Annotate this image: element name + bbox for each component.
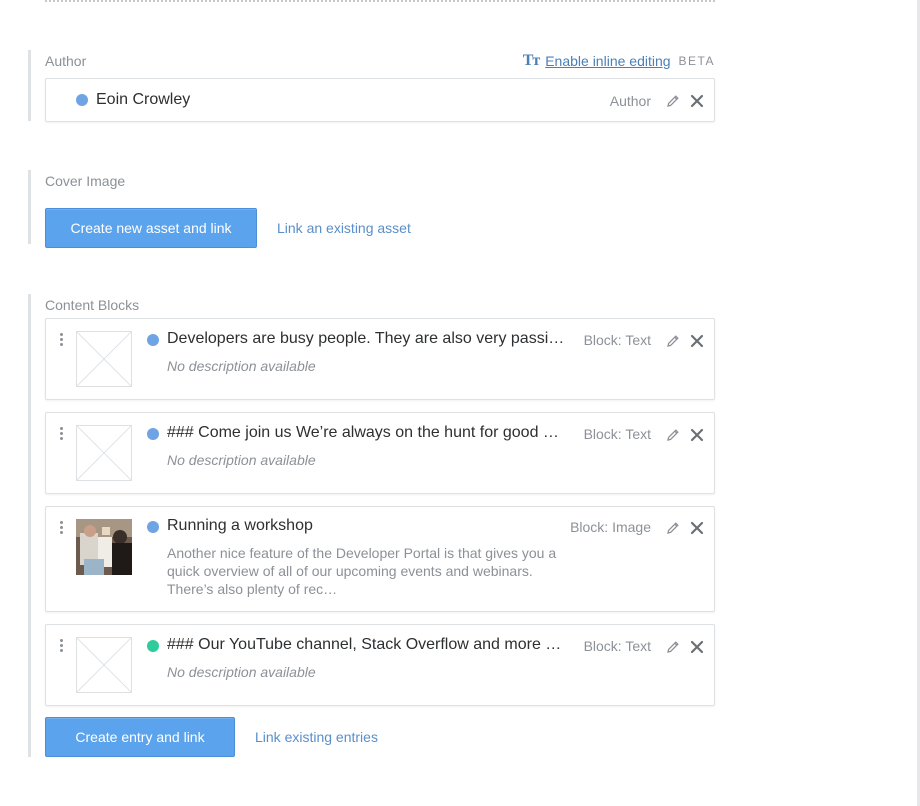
block-entry-type: Block: Text: [583, 332, 651, 348]
close-icon[interactable]: [690, 428, 704, 442]
block-entry-description: No description available: [167, 452, 316, 468]
enable-inline-editing[interactable]: Tт Enable inline editing BETA: [523, 52, 715, 70]
content-block-entry[interactable]: ### Come join us We’re always on the hun…: [45, 412, 715, 494]
content-block-entry[interactable]: Developers are busy people. They are als…: [45, 318, 715, 400]
drag-handle-icon[interactable]: [60, 333, 64, 347]
create-new-asset-button[interactable]: Create new asset and link: [45, 208, 257, 248]
close-icon[interactable]: [690, 640, 704, 654]
author-entry-title: Eoin Crowley: [96, 91, 191, 108]
cover-image-field: Cover Image Create new asset and link Li…: [28, 170, 715, 248]
create-entry-button[interactable]: Create entry and link: [45, 717, 235, 757]
link-existing-entries-link[interactable]: Link existing entries: [255, 729, 378, 745]
block-entry-description: No description available: [167, 358, 316, 374]
drag-handle-icon[interactable]: [60, 521, 64, 535]
workshop-thumbnail-image: [76, 519, 132, 575]
content-blocks-field-label: Content Blocks: [45, 297, 140, 313]
section-divider: [45, 0, 715, 2]
block-entry-type: Block: Text: [583, 638, 651, 654]
close-icon[interactable]: [690, 521, 704, 535]
text-format-icon: Tт: [522, 52, 541, 69]
block-entry-description: Another nice feature of the Developer Po…: [167, 545, 557, 597]
drag-handle-icon[interactable]: [60, 639, 64, 653]
image-placeholder-icon: [76, 331, 132, 387]
image-placeholder-icon: [76, 637, 132, 693]
close-icon[interactable]: [690, 334, 704, 348]
block-entry-title: ### Come join us We’re always on the hun…: [167, 424, 559, 441]
author-entry-type: Author: [609, 93, 651, 109]
link-existing-asset-link[interactable]: Link an existing asset: [277, 220, 411, 236]
cover-image-field-label: Cover Image: [45, 173, 126, 189]
status-dot: [147, 640, 159, 652]
pencil-icon[interactable]: [666, 428, 680, 442]
status-dot: [147, 428, 159, 440]
entry-editor: Author Tт Enable inline editing BETA Eoi…: [0, 0, 920, 806]
content-block-entry[interactable]: ### Our YouTube channel, Stack Overflow …: [45, 624, 715, 706]
pencil-icon[interactable]: [666, 640, 680, 654]
block-entry-description: No description available: [167, 664, 316, 680]
pencil-icon[interactable]: [666, 334, 680, 348]
status-dot: [147, 334, 159, 346]
block-entry-type: Block: Text: [583, 426, 651, 442]
drag-handle-icon[interactable]: [60, 427, 64, 441]
beta-badge: BETA: [678, 54, 715, 68]
enable-inline-editing-link[interactable]: Enable inline editing: [545, 53, 670, 69]
image-placeholder-icon: [76, 425, 132, 481]
close-icon[interactable]: [690, 94, 704, 108]
status-dot: [76, 94, 88, 106]
author-entry-card[interactable]: Eoin Crowley Author: [45, 78, 715, 122]
pencil-icon[interactable]: [666, 94, 680, 108]
block-entry-title: ### Our YouTube channel, Stack Overflow …: [167, 636, 562, 653]
block-entry-type: Block: Image: [570, 519, 651, 535]
block-entry-title: Developers are busy people. They are als…: [167, 330, 565, 347]
author-field: Author Tт Enable inline editing BETA Eoi…: [28, 50, 715, 122]
content-block-entry[interactable]: Running a workshop Block: Image Another …: [45, 506, 715, 612]
pencil-icon[interactable]: [666, 521, 680, 535]
status-dot: [147, 521, 159, 533]
content-blocks-field: Content Blocks Developers are busy peopl…: [28, 294, 715, 757]
block-entry-title: Running a workshop: [167, 517, 313, 534]
